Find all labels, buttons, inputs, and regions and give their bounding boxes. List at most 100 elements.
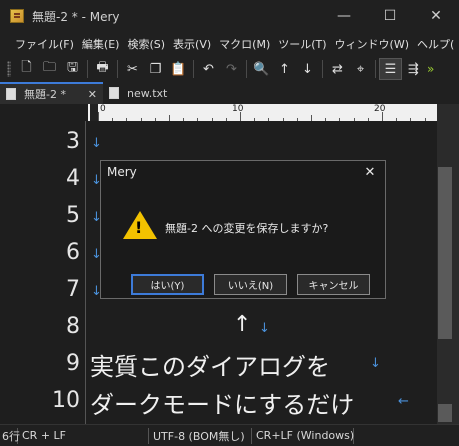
- menu-macro[interactable]: マクロ(M): [215, 36, 274, 52]
- line-number: 5: [66, 203, 80, 228]
- window-title: 無題-2 * - Mery: [32, 9, 120, 24]
- eol-mark: ↓: [370, 356, 381, 371]
- toolbar-separator: [87, 60, 88, 78]
- document-icon: [109, 87, 119, 99]
- no-button[interactable]: いいえ(N): [214, 274, 287, 295]
- ruler-tick: [311, 115, 312, 121]
- undo-icon[interactable]: ↶: [197, 58, 220, 80]
- tab-new-txt[interactable]: new.txt: [103, 82, 173, 104]
- warning-exclamation: !: [135, 218, 143, 237]
- close-window-button[interactable]: ✕: [413, 0, 459, 32]
- line-number-gutter: 3 4 5 6 7 8 9 10: [0, 121, 80, 424]
- ruler-label: 20: [374, 104, 386, 114]
- menu-edit[interactable]: 編集(E): [78, 36, 124, 52]
- scrollbar-lower-thumb[interactable]: [438, 404, 452, 422]
- status-bar: 6行 CR + LF UTF-8 (BOM無し) CR+LF (Windows): [0, 424, 459, 446]
- document-icon: [6, 88, 16, 100]
- ruler-tick: [268, 118, 270, 121]
- ruler-tick: [410, 118, 412, 121]
- dialog-message: 無題-2 への変更を保存しますか?: [165, 222, 329, 235]
- tab-close-icon[interactable]: ✕: [88, 88, 97, 101]
- menu-file[interactable]: ファイル(F): [11, 36, 78, 52]
- ruler-tick: [98, 112, 99, 121]
- status-encoding[interactable]: UTF-8 (BOM無し): [149, 427, 252, 444]
- ruler-cursor-mark: [90, 104, 98, 121]
- eol-mark: ↓: [91, 136, 102, 151]
- scrollbar-thumb[interactable]: [438, 167, 452, 339]
- open-folder-icon[interactable]: 🗀: [38, 58, 61, 80]
- ruler-tick: [225, 118, 227, 121]
- toolbar-grip[interactable]: [7, 61, 11, 77]
- menu-help[interactable]: ヘルプ(: [413, 36, 458, 52]
- ruler-tick: [353, 118, 355, 121]
- ruler-tick: [339, 118, 341, 121]
- ruler-tick: [396, 118, 398, 121]
- new-file-icon[interactable]: 🗋: [15, 58, 38, 80]
- ruler-tick: [282, 118, 284, 121]
- cancel-button[interactable]: キャンセル: [297, 274, 370, 295]
- editor-line-10: ダークモードにするだけ: [90, 391, 355, 419]
- cut-icon[interactable]: ✂: [121, 58, 144, 80]
- line-number: 10: [52, 388, 80, 413]
- search-icon[interactable]: 🔍: [250, 58, 273, 80]
- tab-label: 無題-2 *: [24, 88, 66, 101]
- up-arrow-icon[interactable]: ↑: [273, 58, 296, 80]
- vertical-scrollbar[interactable]: [437, 104, 459, 424]
- status-line-ending-current: CR + LF: [18, 427, 149, 444]
- toolbar: 🗋 🗀 🖫 🖶 ✂ ❐ 📋 ↶ ↷ 🔍 ↑ ↓ ⇄ ⌖ ☰ ⇶ »: [0, 56, 459, 82]
- save-changes-dialog: Mery ✕ ! 無題-2 への変更を保存しますか? はい(Y) いいえ(N) …: [100, 160, 386, 299]
- redo-icon[interactable]: ↷: [220, 58, 243, 80]
- dialog-title-bar: Mery ✕: [101, 161, 385, 183]
- line-number: 4: [66, 166, 80, 191]
- indent-icon[interactable]: ⇶: [402, 58, 425, 80]
- ruler-tick: [424, 118, 426, 121]
- toolbar-overflow-icon[interactable]: »: [427, 62, 434, 76]
- line-number: 3: [66, 129, 80, 154]
- dialog-close-button[interactable]: ✕: [355, 165, 385, 180]
- eof-mark: ←: [398, 394, 409, 409]
- ruler-tick: [183, 118, 185, 121]
- paste-icon[interactable]: 📋: [167, 58, 190, 80]
- dialog-title: Mery: [107, 165, 137, 179]
- ruler-tick: [382, 112, 383, 121]
- yes-button[interactable]: はい(Y): [131, 274, 204, 295]
- toolbar-separator: [246, 60, 247, 78]
- save-icon[interactable]: 🖫: [61, 58, 84, 80]
- copy-icon[interactable]: ❐: [144, 58, 167, 80]
- ruler-tick: [140, 118, 142, 121]
- toolbar-separator: [193, 60, 194, 78]
- editor-line-9: 実質このダイアログを: [90, 353, 330, 381]
- app-icon: [10, 9, 24, 23]
- menu-view[interactable]: 表示(V): [169, 36, 215, 52]
- maximize-button[interactable]: ☐: [367, 0, 413, 32]
- menu-tools[interactable]: ツール(T): [274, 36, 330, 52]
- ruler-tick: [240, 112, 241, 121]
- toolbar-separator: [375, 60, 376, 78]
- menu-search[interactable]: 検索(S): [123, 36, 169, 52]
- gutter-divider: [85, 121, 86, 424]
- down-arrow-icon[interactable]: ↓: [296, 58, 319, 80]
- status-position: 6行: [2, 427, 20, 444]
- print-icon[interactable]: 🖶: [91, 58, 114, 80]
- line-number: 7: [66, 277, 80, 302]
- ruler-tick: [254, 118, 256, 121]
- ruler-tick: [169, 115, 170, 121]
- minimize-button[interactable]: —: [321, 0, 367, 32]
- menu-bar: ファイル(F) 編集(E) 検索(S) 表示(V) マクロ(M) ツール(T) …: [0, 32, 459, 56]
- toolbar-separator: [322, 60, 323, 78]
- ruler-tick: [296, 118, 298, 121]
- ruler-tick: [197, 118, 199, 121]
- ruler-tick: [154, 118, 156, 121]
- ruler-tick: [211, 118, 213, 121]
- highlight-icon[interactable]: ⌖: [349, 58, 372, 80]
- tab-untitled-2[interactable]: 無題-2 * ✕: [0, 82, 103, 104]
- tab-bar: 無題-2 * ✕ new.txt: [0, 82, 459, 104]
- toolbar-separator: [117, 60, 118, 78]
- menu-window[interactable]: ウィンドウ(W): [331, 36, 413, 52]
- ruler-tick: [112, 118, 114, 121]
- title-bar: 無題-2 * - Mery — ☐ ✕: [0, 0, 459, 32]
- ruler-label: 10: [232, 104, 244, 114]
- replace-icon[interactable]: ⇄: [326, 58, 349, 80]
- wrap-icon[interactable]: ☰: [379, 58, 402, 80]
- status-line-ending[interactable]: CR+LF (Windows): [252, 427, 354, 444]
